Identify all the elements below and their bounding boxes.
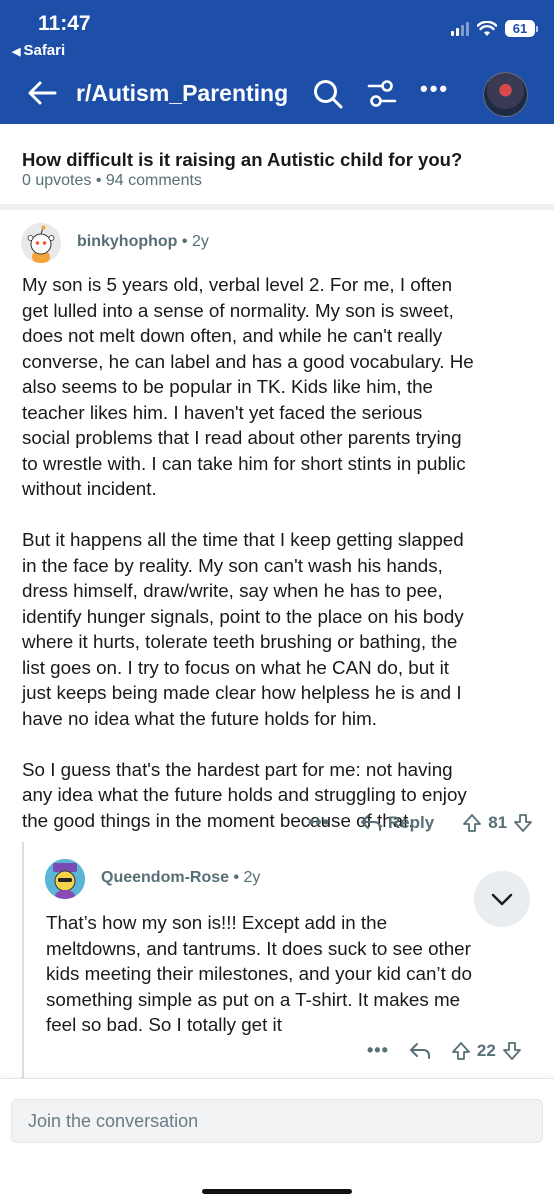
comment-actions: ••• Reply 81 xyxy=(308,812,533,833)
comment-line: social problems that I read about other … xyxy=(22,427,462,448)
reply-more-icon[interactable]: ••• xyxy=(367,1040,389,1061)
top-bar: 11:47 ◀ Safari 61 r/Autism_Parenting ••• xyxy=(0,0,554,124)
comment-line: where it hurts, tolerate teeth brushing … xyxy=(22,631,458,652)
comment-line: any idea what the future holds and strug… xyxy=(22,784,467,805)
status-indicators: 61 xyxy=(451,20,538,37)
back-to-safari-link[interactable]: ◀ Safari xyxy=(12,42,65,59)
home-indicator[interactable] xyxy=(202,1189,352,1194)
reply-icon xyxy=(409,1042,430,1059)
user-avatar[interactable] xyxy=(483,72,528,117)
comment-age: 2y xyxy=(191,233,209,250)
nav-bar: r/Autism_Parenting ••• xyxy=(0,64,554,122)
comment-line: converse, he can label and has a good vo… xyxy=(22,350,474,372)
reply-line: That’s how my son is!!! Except add in th… xyxy=(46,912,388,933)
chevron-down-icon xyxy=(491,893,513,906)
vote-controls: 81 xyxy=(462,813,533,833)
composer-box[interactable] xyxy=(11,1099,543,1143)
post-meta: 0 upvotes • 94 comments xyxy=(22,172,202,189)
comment-more-icon[interactable]: ••• xyxy=(308,812,330,833)
comment-line: My son is 5 years old, verbal level 2. F… xyxy=(22,274,453,295)
comment-line: does not melt down often, and while he c… xyxy=(22,325,443,346)
comment-line: get lulled into a sense of normality. My… xyxy=(22,299,454,321)
comment-line: So I guess that's the hardest part for m… xyxy=(22,758,453,780)
cellular-signal-icon xyxy=(451,21,469,36)
comment-line: in the face by reality. My son can't was… xyxy=(22,554,443,576)
comment-line: have no idea what the future holds for h… xyxy=(22,707,377,729)
snoo-avatar-icon xyxy=(21,223,61,263)
wifi-icon xyxy=(477,20,497,36)
subreddit-name[interactable]: r/Autism_Parenting xyxy=(76,80,288,107)
reply-line: meltdowns, and tantrums. It does suck to… xyxy=(46,937,471,959)
reply-button[interactable]: Reply xyxy=(360,813,434,833)
join-conversation-input[interactable] xyxy=(12,1100,542,1142)
reply-author-name[interactable]: Queendom-Rose xyxy=(101,869,229,886)
comment-line: to wrestle with. I can take him for shor… xyxy=(22,452,466,474)
comment-line: dress himself, draw/write, say when he h… xyxy=(22,580,443,601)
upvote-icon[interactable] xyxy=(451,1041,471,1061)
snoo-avatar-icon xyxy=(45,859,85,899)
post-header: How difficult is it raising an Autistic … xyxy=(0,124,554,210)
upvote-icon[interactable] xyxy=(462,813,482,833)
comment-author-name[interactable]: binkyhophop xyxy=(77,233,177,250)
comment-line: without incident. xyxy=(22,478,157,499)
more-options-icon[interactable]: ••• xyxy=(420,76,449,102)
comment-line: list goes on. I try to focus on what he … xyxy=(22,656,449,678)
reply-body: That’s how my son is!!! Except add in th… xyxy=(46,910,472,1038)
reply-button[interactable] xyxy=(409,1042,431,1060)
comment-line: identify hunger signals, point to the pl… xyxy=(22,605,464,627)
back-triangle-icon: ◀ xyxy=(12,46,21,58)
thread-line[interactable] xyxy=(22,842,24,1078)
collapse-thread-button[interactable] xyxy=(474,871,530,927)
filter-icon[interactable] xyxy=(366,78,398,110)
reply-icon xyxy=(360,814,381,831)
back-app-label: Safari xyxy=(23,42,66,59)
reply-line: something simple as put on a T-shirt. It… xyxy=(46,988,461,1010)
back-arrow-icon[interactable] xyxy=(26,78,58,108)
vote-controls: 22 xyxy=(451,1041,522,1061)
comment-author[interactable]: binkyhophop • 2y xyxy=(77,233,209,251)
reply-author[interactable]: Queendom-Rose • 2y xyxy=(101,869,260,887)
bottom-composer-bar xyxy=(0,1078,554,1199)
comment-line: also seems to be popular in TK. Kids lik… xyxy=(22,376,433,397)
reply-line: feel so bad. So I totally get it xyxy=(46,1014,282,1035)
downvote-icon[interactable] xyxy=(502,1041,522,1061)
vote-count: 81 xyxy=(488,812,508,832)
reply-avatar[interactable] xyxy=(45,859,85,899)
comment-line: just keeps being made clear how helpless… xyxy=(22,682,462,703)
status-time: 11:47 xyxy=(38,12,91,35)
search-icon[interactable] xyxy=(312,78,344,110)
reply-age: 2y xyxy=(243,869,261,886)
downvote-icon[interactable] xyxy=(513,813,533,833)
commenter-avatar[interactable] xyxy=(21,223,61,263)
post-title[interactable]: How difficult is it raising an Autistic … xyxy=(22,149,462,171)
comment-line: teacher likes him. I haven't yet faced t… xyxy=(22,401,423,423)
battery-level: 61 xyxy=(505,20,535,37)
reply-actions: ••• 22 xyxy=(367,1040,522,1061)
battery-icon: 61 xyxy=(505,20,538,37)
comment-body: My son is 5 years old, verbal level 2. F… xyxy=(22,272,542,833)
comment-line: But it happens all the time that I keep … xyxy=(22,529,464,550)
vote-count: 22 xyxy=(476,1040,496,1060)
reply-line: kids meeting their milestones, and your … xyxy=(46,963,472,984)
reply-label: Reply xyxy=(387,812,435,832)
